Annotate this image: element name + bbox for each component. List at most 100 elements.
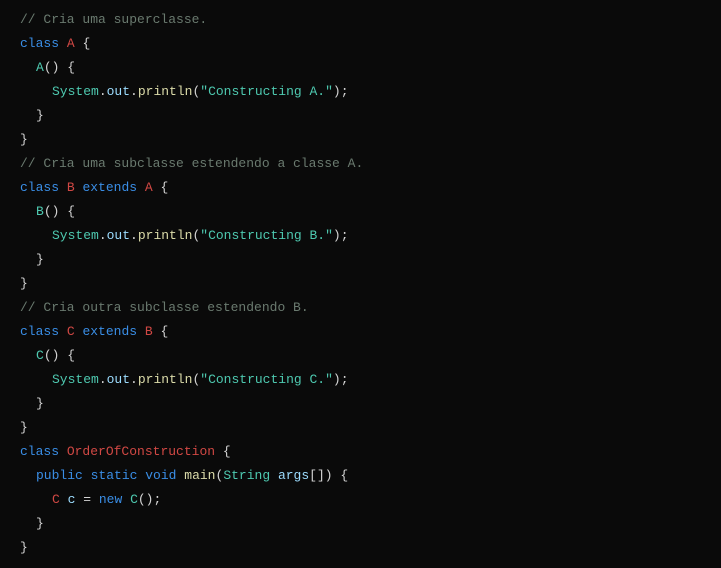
code-token: } [20, 540, 28, 555]
code-token [270, 468, 278, 483]
code-line: A() { [20, 56, 721, 80]
code-token: System [52, 372, 99, 387]
code-token: class [20, 324, 59, 339]
code-token [59, 444, 67, 459]
code-line: } [20, 272, 721, 296]
code-token: C [130, 492, 138, 507]
code-token: new [99, 492, 122, 507]
code-token: . [130, 228, 138, 243]
code-token: } [20, 420, 28, 435]
code-token [137, 324, 145, 339]
code-line: System.out.println("Constructing C."); [20, 368, 721, 392]
code-line: } [20, 392, 721, 416]
code-token: out [107, 228, 130, 243]
code-token [83, 468, 91, 483]
code-token: println [138, 228, 193, 243]
code-token: class [20, 444, 59, 459]
code-token: // Cria outra subclasse estendendo B. [20, 300, 309, 315]
code-line: } [20, 104, 721, 128]
code-token: (); [138, 492, 161, 507]
code-token: . [99, 228, 107, 243]
code-token: () { [44, 204, 75, 219]
code-token: C [52, 492, 60, 507]
code-token: "Constructing B." [200, 228, 333, 243]
code-token: static [91, 468, 138, 483]
code-token: ); [333, 84, 349, 99]
code-token: out [107, 84, 130, 99]
code-token [122, 492, 130, 507]
code-line: // Cria uma superclasse. [20, 8, 721, 32]
code-token: A [145, 180, 153, 195]
code-token: } [36, 252, 44, 267]
code-token: "Constructing A." [200, 84, 333, 99]
code-line: C c = new C(); [20, 488, 721, 512]
code-line: // Cria uma subclasse estendendo a class… [20, 152, 721, 176]
code-token: } [36, 396, 44, 411]
code-token: args [278, 468, 309, 483]
code-token: // Cria uma superclasse. [20, 12, 207, 27]
code-token: []) { [309, 468, 348, 483]
code-token [137, 180, 145, 195]
code-token [60, 492, 68, 507]
code-line: System.out.println("Constructing A."); [20, 80, 721, 104]
code-token: out [107, 372, 130, 387]
code-token: . [130, 372, 138, 387]
code-token: { [215, 444, 231, 459]
code-token: A [36, 60, 44, 75]
code-token: { [153, 324, 169, 339]
code-line: class OrderOfConstruction { [20, 440, 721, 464]
code-token: public [36, 468, 83, 483]
code-line: class C extends B { [20, 320, 721, 344]
code-token: B [36, 204, 44, 219]
code-block: // Cria uma superclasse.class A {A() {Sy… [20, 8, 721, 560]
code-token: B [145, 324, 153, 339]
code-token: } [20, 276, 28, 291]
code-token [59, 324, 67, 339]
code-token: B [67, 180, 75, 195]
code-line: class A { [20, 32, 721, 56]
code-token: () { [44, 60, 75, 75]
code-token: } [36, 516, 44, 531]
code-token: } [20, 132, 28, 147]
code-token: String [223, 468, 270, 483]
code-token: "Constructing C." [200, 372, 333, 387]
code-token: . [99, 84, 107, 99]
code-token: System [52, 84, 99, 99]
code-line: } [20, 536, 721, 560]
code-line: // Cria outra subclasse estendendo B. [20, 296, 721, 320]
code-token: void [145, 468, 176, 483]
code-token: ); [333, 372, 349, 387]
code-line: } [20, 416, 721, 440]
code-line: } [20, 512, 721, 536]
code-line: System.out.println("Constructing B."); [20, 224, 721, 248]
code-token: class [20, 36, 59, 51]
code-token: C [36, 348, 44, 363]
code-token: println [138, 372, 193, 387]
code-token: System [52, 228, 99, 243]
code-token [59, 36, 67, 51]
code-line: class B extends A { [20, 176, 721, 200]
code-token: { [153, 180, 169, 195]
code-token [59, 180, 67, 195]
code-token: extends [82, 180, 137, 195]
code-line: B() { [20, 200, 721, 224]
code-token: ); [333, 228, 349, 243]
code-token: // Cria uma subclasse estendendo a class… [20, 156, 363, 171]
code-token: . [130, 84, 138, 99]
code-token: = [75, 492, 98, 507]
code-token: } [36, 108, 44, 123]
code-token: OrderOfConstruction [67, 444, 215, 459]
code-token: extends [82, 324, 137, 339]
code-token: println [138, 84, 193, 99]
code-token: main [184, 468, 215, 483]
code-line: } [20, 248, 721, 272]
code-line: public static void main(String args[]) { [20, 464, 721, 488]
code-line: } [20, 128, 721, 152]
code-line: C() { [20, 344, 721, 368]
code-token: () { [44, 348, 75, 363]
code-token: { [75, 36, 91, 51]
code-token: C [67, 324, 75, 339]
code-token: . [99, 372, 107, 387]
code-token: class [20, 180, 59, 195]
code-token: A [67, 36, 75, 51]
